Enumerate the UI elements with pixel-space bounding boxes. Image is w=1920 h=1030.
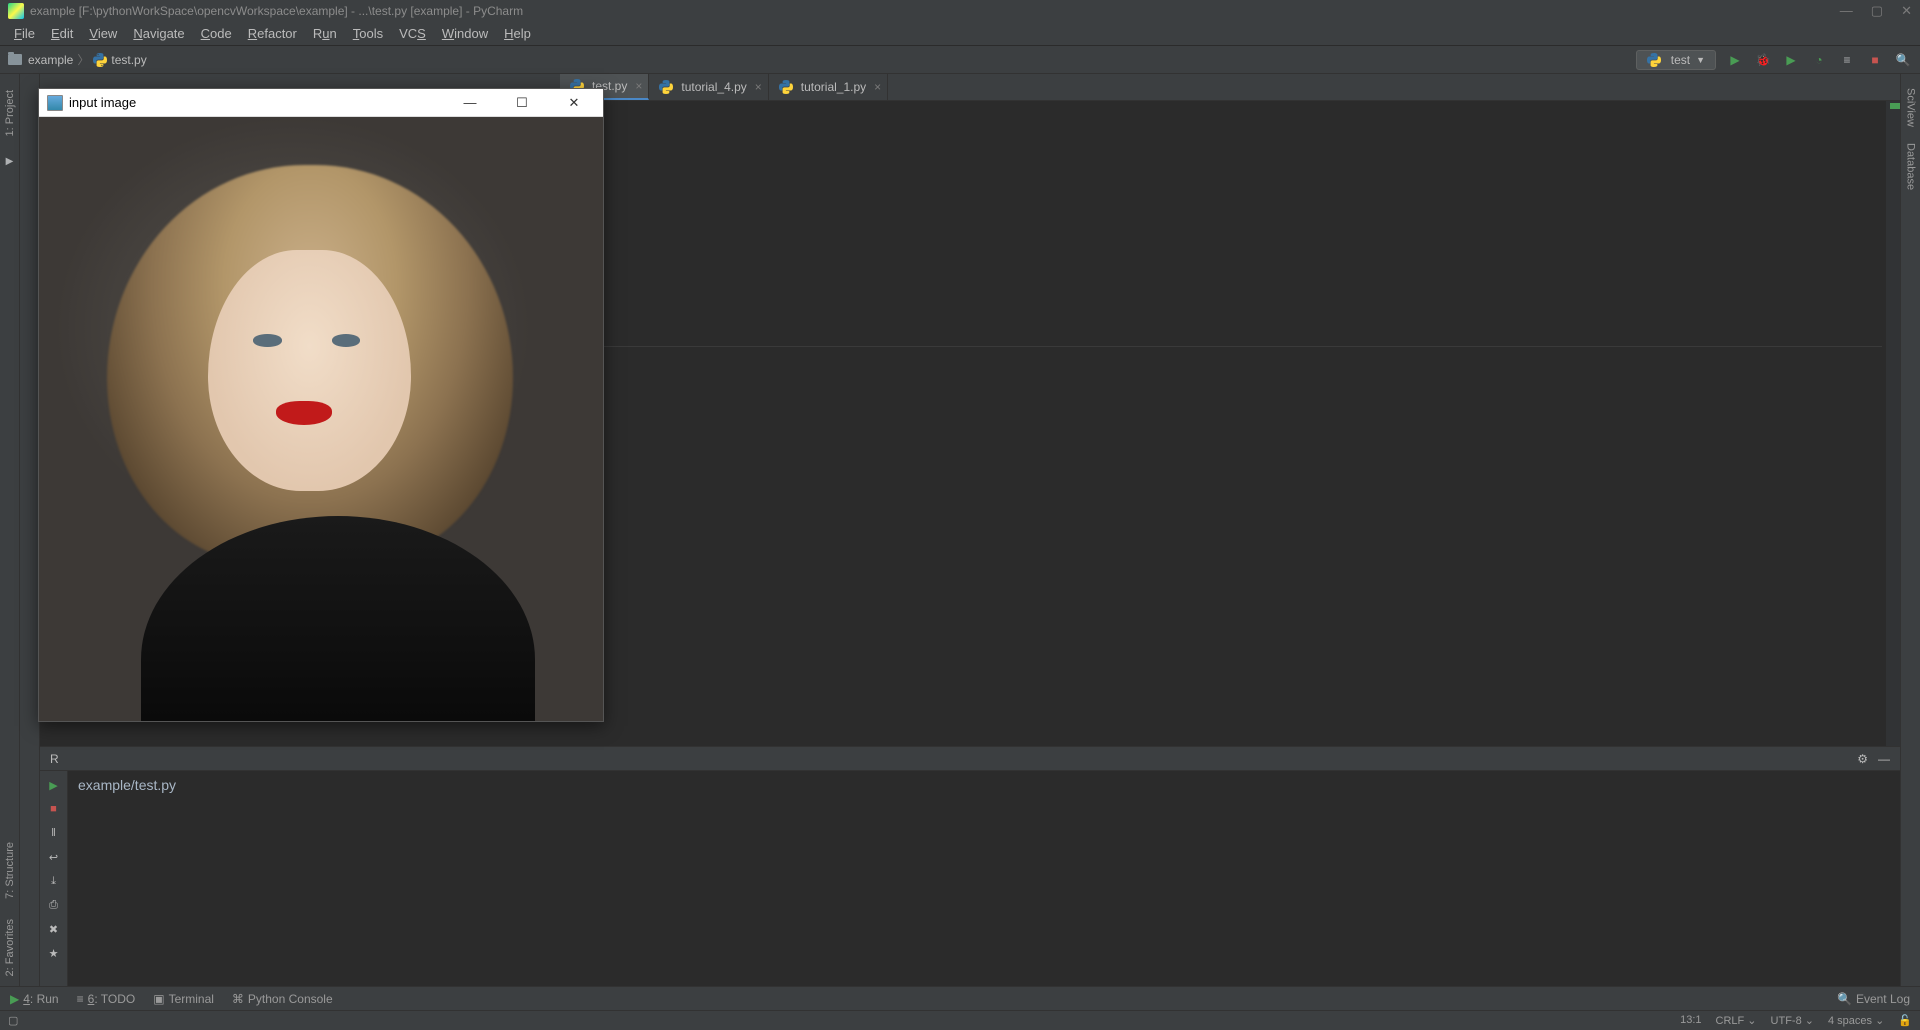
concurrency-diagram-button[interactable]: ≡ xyxy=(1838,51,1856,69)
minimize-button[interactable]: — xyxy=(1840,3,1853,19)
menu-vcs[interactable]: VCS xyxy=(393,24,432,43)
chevron-down-icon: ▼ xyxy=(1696,55,1705,65)
run-body: ▶ ■ ‖ ↩ ⤓ ⎙ ✖ ★ example/test.py xyxy=(40,771,1900,986)
python-file-icon xyxy=(779,80,793,94)
stop-button[interactable]: ■ xyxy=(1866,51,1884,69)
run-tool-window: R ⚙ — ▶ ■ ‖ ↩ ⤓ ⎙ ✖ ★ example/test.py xyxy=(40,746,1900,986)
status-bar: ▢ 13:1 CRLF ⌄ UTF-8 ⌄ 4 spaces ⌄ 🔓 xyxy=(0,1010,1920,1030)
breadcrumb-folder[interactable]: example xyxy=(28,53,73,67)
breadcrumb-file[interactable]: test.py xyxy=(111,53,146,67)
bottom-tool-tabs: ▶4: Run ≡ 6: TODO ▣ Terminal ⌘ Python Co… xyxy=(0,986,1920,1010)
editor-gutter-strip[interactable] xyxy=(1886,101,1900,746)
status-cursor-pos[interactable]: 13:1 xyxy=(1680,1014,1701,1027)
profile-button[interactable]: ◔ xyxy=(1810,51,1828,69)
settings-icon[interactable]: ⚙ xyxy=(1857,752,1868,766)
bottom-tab-todo[interactable]: ≡ 6: TODO xyxy=(77,992,136,1006)
status-indent[interactable]: 4 spaces ⌄ xyxy=(1828,1014,1884,1027)
bottom-tab-python-console[interactable]: ⌘ Python Console xyxy=(232,992,333,1006)
popup-titlebar[interactable]: input image — ☐ ✕ xyxy=(39,89,603,117)
run-tool-header: R ⚙ — xyxy=(40,747,1900,771)
run-side-toolbar: ▶ ■ ‖ ↩ ⤓ ⎙ ✖ ★ xyxy=(40,771,68,986)
menu-window[interactable]: Window xyxy=(436,24,494,43)
right-tool-rail: SciView Database xyxy=(1900,74,1920,986)
run-config-label: test xyxy=(1671,53,1690,67)
tool-tab-favorites[interactable]: 2: Favorites xyxy=(2,909,18,986)
left-tool-rail: 1: Project ▶ 7: Structure 2: Favorites xyxy=(0,74,20,986)
run-output[interactable]: example/test.py xyxy=(68,771,1900,986)
python-file-icon xyxy=(1647,53,1661,67)
hide-icon[interactable]: — xyxy=(1878,752,1890,766)
menu-tools[interactable]: Tools xyxy=(347,24,389,43)
print-button[interactable]: ⎙ xyxy=(46,897,62,913)
close-tab-icon[interactable]: × xyxy=(635,79,642,93)
popup-image-content xyxy=(39,117,603,721)
status-line-sep[interactable]: CRLF ⌄ xyxy=(1716,1014,1757,1027)
bottom-tab-event-log[interactable]: 🔍 Event Log xyxy=(1837,992,1910,1006)
tab-label: tutorial_4.py xyxy=(681,80,746,94)
menu-view[interactable]: View xyxy=(83,24,123,43)
rail-play-icon[interactable]: ▶ xyxy=(6,156,14,167)
tab-tutorial4-py[interactable]: tutorial_4.py × xyxy=(649,74,768,100)
menu-run[interactable]: Run xyxy=(307,24,343,43)
close-button[interactable]: ✕ xyxy=(1901,3,1912,19)
bottom-tab-run[interactable]: ▶4: Run xyxy=(10,992,59,1006)
folder-icon xyxy=(8,54,22,65)
window-title: example [F:\pythonWorkSpace\opencvWorksp… xyxy=(30,4,523,18)
python-file-icon xyxy=(659,80,673,94)
run-coverage-button[interactable]: ▶ xyxy=(1782,51,1800,69)
maximize-button[interactable]: ▢ xyxy=(1871,3,1883,19)
soft-wrap-button[interactable]: ↩ xyxy=(46,849,62,865)
menu-code[interactable]: Code xyxy=(195,24,238,43)
project-panel-collapsed[interactable] xyxy=(20,74,40,986)
pause-output-button[interactable]: ‖ xyxy=(46,825,62,841)
status-lock-icon[interactable]: 🔓 xyxy=(1898,1014,1912,1027)
search-everywhere-button[interactable]: 🔍 xyxy=(1894,51,1912,69)
opencv-image-window[interactable]: input image — ☐ ✕ xyxy=(38,88,604,722)
run-button[interactable]: ▶ xyxy=(1726,51,1744,69)
rerun-button[interactable]: ▶ xyxy=(46,777,62,793)
bottom-tab-terminal[interactable]: ▣ Terminal xyxy=(153,992,214,1006)
stop-run-button[interactable]: ■ xyxy=(46,801,62,817)
popup-close-button[interactable]: ✕ xyxy=(553,95,595,111)
tool-tab-sciview[interactable]: SciView xyxy=(1903,80,1919,135)
status-encoding[interactable]: UTF-8 ⌄ xyxy=(1771,1014,1814,1027)
window-icon xyxy=(47,95,63,111)
tool-tab-project[interactable]: 1: Project xyxy=(2,80,18,146)
close-tab-icon[interactable]: × xyxy=(874,80,881,94)
inspection-marker-icon xyxy=(1890,103,1900,109)
pycharm-icon xyxy=(8,3,24,19)
python-file-icon xyxy=(93,53,107,67)
breadcrumb-separator: 〉 xyxy=(77,51,89,68)
tool-tab-structure[interactable]: 7: Structure xyxy=(2,832,18,909)
window-controls: — ▢ ✕ xyxy=(1840,3,1912,19)
portrait-image-placeholder xyxy=(39,117,603,721)
clear-all-button[interactable]: ✖ xyxy=(46,921,62,937)
popup-maximize-button[interactable]: ☐ xyxy=(501,95,543,111)
tab-label: tutorial_1.py xyxy=(801,80,866,94)
scroll-to-end-button[interactable]: ⤓ xyxy=(46,873,62,889)
menu-file[interactable]: File xyxy=(8,24,41,43)
run-configuration-selector[interactable]: test ▼ xyxy=(1636,50,1716,70)
tab-tutorial1-py[interactable]: tutorial_1.py × xyxy=(769,74,888,100)
close-tab-icon[interactable]: × xyxy=(755,80,762,94)
popup-title: input image xyxy=(69,95,136,110)
favorite-button[interactable]: ★ xyxy=(46,945,62,961)
menu-edit[interactable]: Edit xyxy=(45,24,79,43)
window-titlebar: example [F:\pythonWorkSpace\opencvWorksp… xyxy=(0,0,1920,22)
tool-tab-database[interactable]: Database xyxy=(1903,135,1919,198)
menubar: File Edit View Navigate Code Refactor Ru… xyxy=(0,22,1920,46)
menu-navigate[interactable]: Navigate xyxy=(127,24,190,43)
popup-minimize-button[interactable]: — xyxy=(449,95,491,111)
menu-help[interactable]: Help xyxy=(498,24,537,43)
run-header-label: R xyxy=(50,752,59,766)
debug-button[interactable]: 🐞 xyxy=(1754,51,1772,69)
status-tool-windows-icon[interactable]: ▢ xyxy=(8,1014,18,1027)
navigation-bar: example 〉 test.py test ▼ ▶ 🐞 ▶ ◔ ≡ ■ 🔍 xyxy=(0,46,1920,74)
menu-refactor[interactable]: Refactor xyxy=(242,24,303,43)
